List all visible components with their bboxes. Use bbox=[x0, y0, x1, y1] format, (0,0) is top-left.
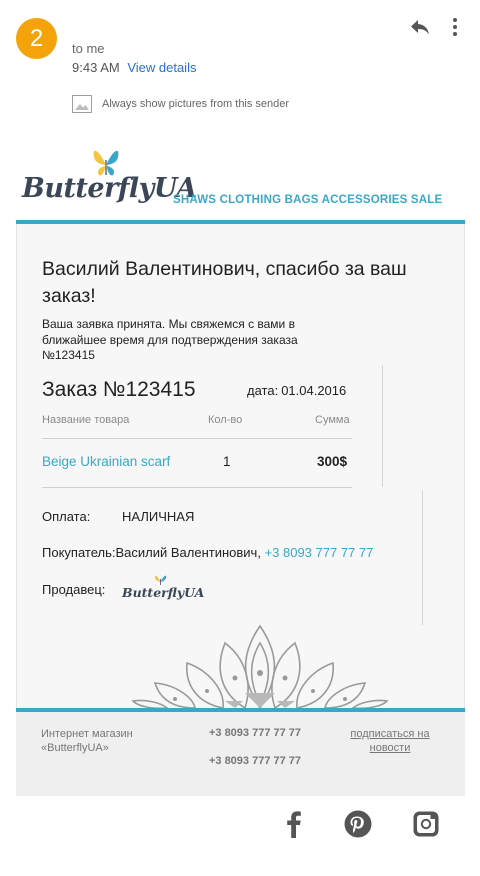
table-row-product[interactable]: Beige Ukrainian scarf bbox=[42, 454, 170, 469]
view-details-link[interactable]: View details bbox=[127, 60, 196, 75]
divider-vertical bbox=[382, 365, 383, 487]
buyer-info: Покупатель:Василий Валентинович, +3 8093… bbox=[42, 545, 373, 560]
category-nav[interactable]: SHAWS CLOTHING BAGS ACCESSORIES SALE bbox=[173, 194, 442, 206]
seller-label: Продавец: bbox=[42, 582, 106, 597]
more-vert-icon[interactable] bbox=[447, 15, 463, 39]
subscribe-link[interactable]: подписаться на новости bbox=[335, 727, 445, 755]
order-date: дата: 01.04.2016 bbox=[247, 383, 346, 398]
table-row-sum: 300$ bbox=[317, 454, 348, 469]
footer-phone-1[interactable]: +3 8093 777 77 77 bbox=[205, 727, 305, 741]
order-number: Заказ №123415 bbox=[42, 378, 196, 401]
reply-icon[interactable] bbox=[408, 16, 432, 38]
sender-avatar[interactable]: 2 bbox=[16, 18, 57, 59]
seller-logo-text: ButterflyUA bbox=[122, 585, 205, 600]
show-pictures-label: Always show pictures from this sender bbox=[102, 98, 290, 110]
brand-logo[interactable]: ButterflyUA bbox=[20, 143, 197, 218]
order-date-label: дата: bbox=[247, 383, 279, 398]
show-pictures-option[interactable]: Always show pictures from this sender bbox=[72, 95, 289, 113]
time-row: 9:43 AM View details bbox=[72, 60, 196, 75]
payment-value: НАЛИЧНАЯ bbox=[122, 509, 195, 524]
seller-logo: ButterflyUA bbox=[120, 572, 204, 608]
image-icon bbox=[72, 95, 92, 113]
message-time: 9:43 AM bbox=[72, 60, 120, 75]
column-header-sum: Сумма bbox=[315, 414, 350, 426]
payment-label: Оплата: bbox=[42, 509, 91, 524]
buyer-name: Василий Валентинович, bbox=[115, 545, 261, 560]
buyer-phone-link[interactable]: +3 8093 777 77 77 bbox=[265, 545, 374, 560]
divider-vertical bbox=[422, 490, 423, 625]
logo-text: ButterflyUA bbox=[22, 173, 197, 204]
recipient-label: to me bbox=[72, 41, 105, 56]
column-header-qty: Кол-во bbox=[208, 414, 243, 426]
footer-shop-name: Интернет магазин «ButterflyUA» bbox=[41, 728, 133, 754]
table-divider bbox=[42, 438, 352, 439]
table-row-qty: 1 bbox=[223, 454, 231, 469]
thanks-title: Василий Валентинович, спасибо за ваш зак… bbox=[42, 258, 407, 307]
thanks-subtitle: Ваша заявка принята. Мы свяжемся с вами … bbox=[42, 317, 298, 362]
instagram-icon[interactable] bbox=[410, 808, 442, 840]
pinterest-icon[interactable] bbox=[342, 808, 374, 840]
footer-phone-2[interactable]: +3 8093 777 77 77 bbox=[205, 755, 305, 769]
table-divider bbox=[42, 487, 352, 488]
order-date-value: 01.04.2016 bbox=[281, 383, 347, 398]
buyer-label: Покупатель: bbox=[42, 545, 116, 560]
mandala-ornament bbox=[131, 624, 389, 708]
column-header-product: Название товара bbox=[42, 414, 130, 426]
facebook-icon[interactable] bbox=[278, 808, 310, 840]
